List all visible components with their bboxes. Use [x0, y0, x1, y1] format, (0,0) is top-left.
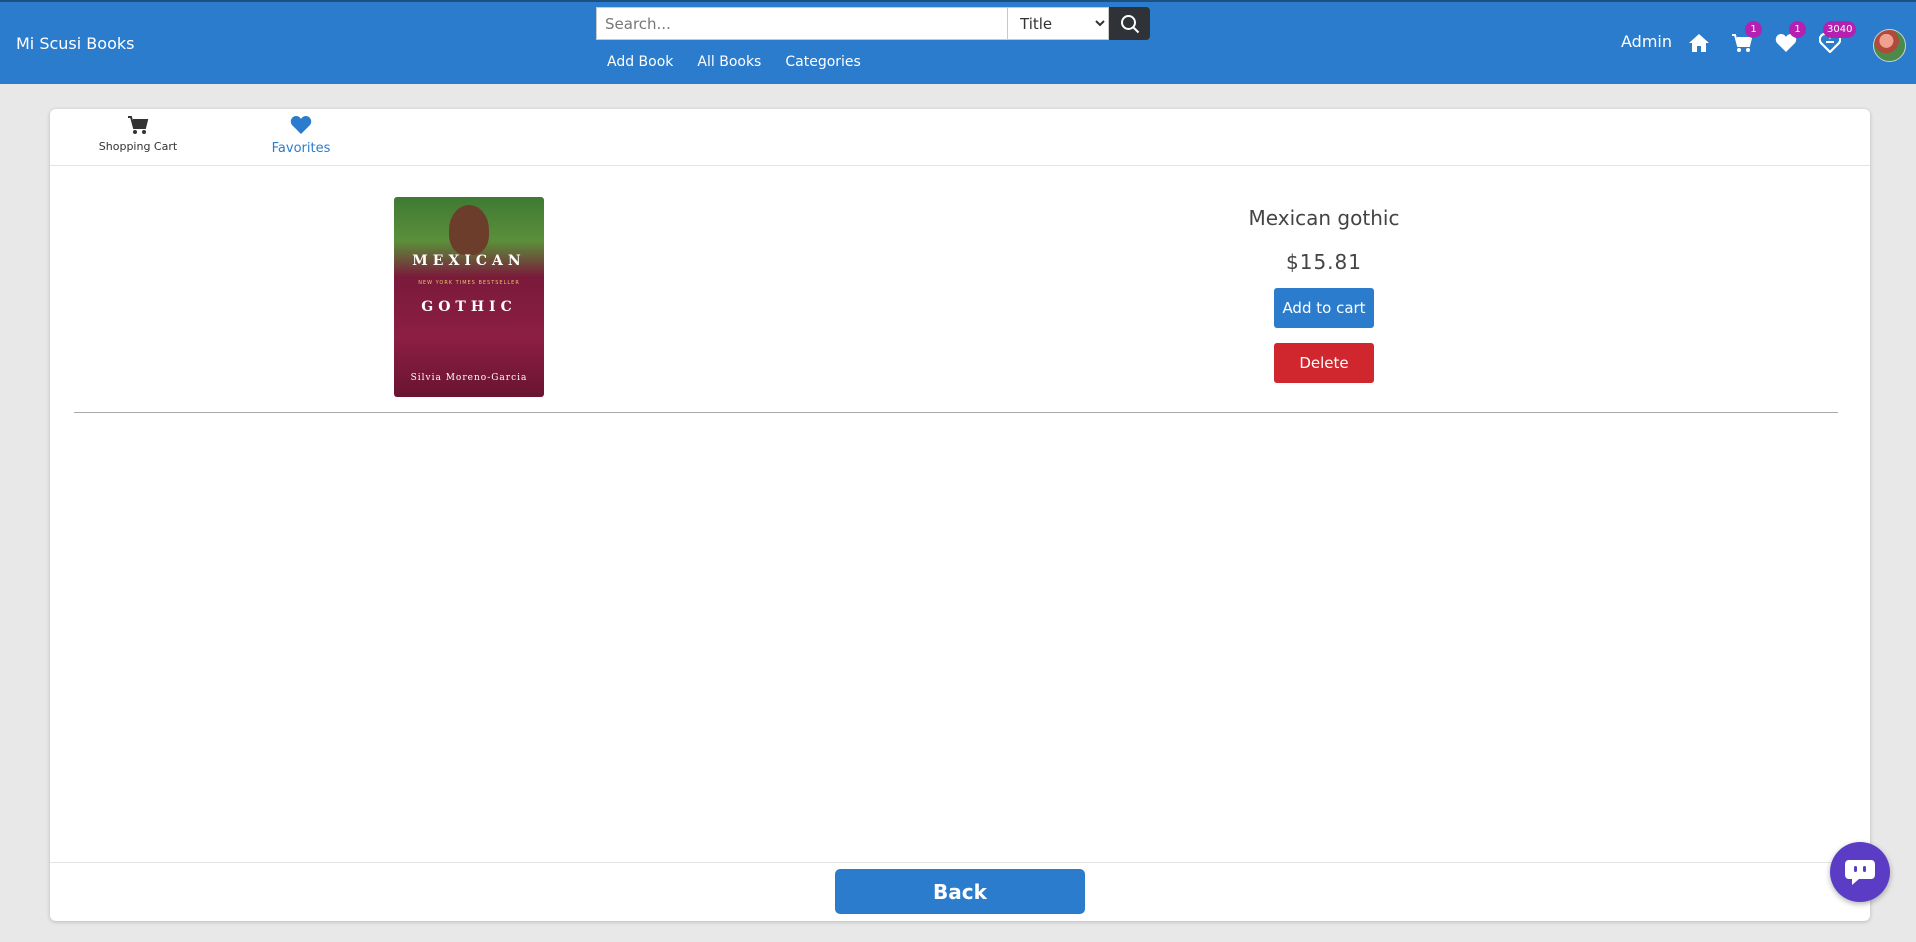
nav-categories[interactable]: Categories	[785, 54, 860, 70]
wishlist-count-badge: 3040	[1823, 21, 1857, 38]
heart-icon	[290, 116, 312, 134]
user-menu[interactable]: Admin	[1621, 32, 1672, 51]
book-cover-image[interactable]: MEXICAN NEW YORK TIMES BESTSELLER GOTHIC…	[394, 197, 544, 397]
cover-figure	[449, 205, 489, 255]
tab-shopping-cart[interactable]: Shopping Cart	[96, 115, 180, 153]
cover-author: Silvia Moreno-Garcia	[410, 373, 528, 383]
panel-footer: Back	[50, 862, 1870, 921]
add-to-cart-button[interactable]: Add to cart	[1274, 288, 1374, 328]
chat-button[interactable]	[1830, 842, 1890, 902]
top-navbar: Mi Scusi Books Title Add Book All Books …	[0, 0, 1916, 84]
book-info: Mexican gothic $15.81 Add to cart Delete	[1224, 206, 1424, 383]
main-nav: Add Book All Books Categories	[607, 54, 885, 70]
search-icon	[1120, 14, 1139, 33]
chat-icon	[1845, 860, 1875, 885]
search-button[interactable]	[1109, 7, 1150, 40]
brand-logo[interactable]: Mi Scusi Books	[16, 34, 134, 53]
delete-button[interactable]: Delete	[1274, 343, 1374, 383]
avatar[interactable]	[1873, 29, 1906, 62]
search-input[interactable]	[596, 7, 1008, 40]
cart-count-badge: 1	[1745, 21, 1762, 38]
cover-title-line2: GOTHIC	[421, 299, 517, 315]
list-item: MEXICAN NEW YORK TIMES BESTSELLER GOTHIC…	[74, 166, 1838, 413]
favorites-panel: Shopping Cart Favorites MEXICAN NEW YORK…	[50, 109, 1870, 921]
tab-bar: Shopping Cart Favorites	[50, 109, 1870, 166]
book-title[interactable]: Mexican gothic	[1224, 206, 1424, 230]
search-field-select[interactable]: Title	[1008, 7, 1109, 40]
nav-all-books[interactable]: All Books	[697, 54, 761, 70]
tab-favorites[interactable]: Favorites	[270, 115, 332, 156]
tab-favorites-label: Favorites	[271, 141, 331, 156]
home-icon	[1689, 34, 1709, 52]
book-price: $15.81	[1286, 250, 1362, 274]
nav-add-book[interactable]: Add Book	[607, 54, 673, 70]
cover-tagline: NEW YORK TIMES BESTSELLER	[418, 280, 520, 286]
search-bar: Title	[596, 7, 1150, 40]
favorites-count-badge: 1	[1789, 21, 1806, 38]
cart-icon	[128, 116, 149, 134]
back-button[interactable]: Back	[835, 869, 1085, 914]
home-button[interactable]	[1686, 30, 1712, 56]
tab-shopping-cart-label: Shopping Cart	[98, 140, 178, 153]
cover-title-line1: MEXICAN	[412, 253, 526, 269]
